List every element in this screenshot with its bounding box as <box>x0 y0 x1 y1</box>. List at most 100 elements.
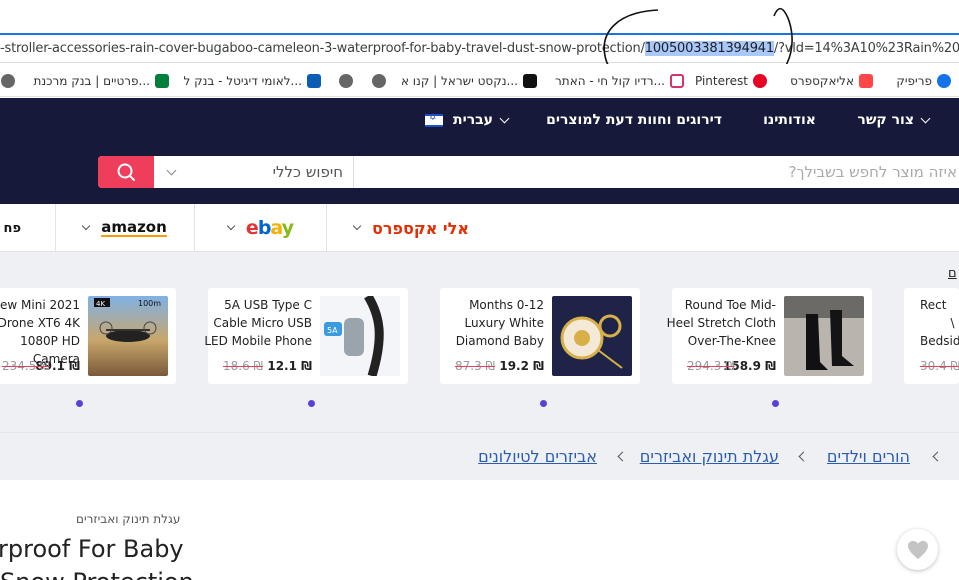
url-text[interactable]: -stroller-accessories-rain-cover-bugaboo… <box>0 41 959 56</box>
bookmark-leumi[interactable]: לאומי דיגיטל - בנק ל... <box>183 72 321 90</box>
product-old-price: 30.4 ₪ <box>920 359 959 373</box>
mercantile-icon <box>155 74 169 88</box>
chevron-down-icon <box>226 221 236 231</box>
carousel-dot[interactable] <box>308 400 315 407</box>
product-old-price: 294.3 ₪ <box>687 359 735 373</box>
bookmark-label: Pinterest <box>694 74 748 88</box>
radio-icon <box>670 74 684 88</box>
deals-carousel: ם 4K 100m New Mini 2021 Drone XT6 4K 1080… <box>0 252 959 432</box>
heart-icon <box>907 540 928 559</box>
product-title-line2: Snow Protection <box>0 566 194 580</box>
drone-image: 4K 100m <box>94 298 161 342</box>
product-price: 19.2 ₪ <box>499 359 544 373</box>
svg-text:4K: 4K <box>96 300 105 308</box>
bookmark-label: רדיו קול חי - האתר... <box>555 74 665 88</box>
product-card[interactable]: Rect \ Bedsid 30.4 ₪ <box>904 288 959 384</box>
bookmarks-bar: פריפיק אליאקספרס Pinterest רדיו קול חי -… <box>0 64 959 97</box>
aliexpress-logo: אלי אקספרס <box>372 218 469 238</box>
search-button[interactable] <box>98 156 154 188</box>
carousel-partial-link[interactable]: ם <box>948 266 957 281</box>
chevron-left-icon <box>798 451 809 462</box>
bookmark-label: אליאקספרס <box>790 74 854 88</box>
tab-aliexpress[interactable]: אלי אקספרס <box>326 204 496 252</box>
chevron-down-icon <box>166 165 177 175</box>
url-after: /?vld=14%3A10%23Rain%20co <box>773 41 959 56</box>
bookmark-radio-kol-chai[interactable]: רדיו קול חי - האתר... <box>555 72 684 90</box>
globe-icon <box>372 74 386 88</box>
product-card[interactable]: 5A 5A USB Type C Cable Micro USB LED Mob… <box>204 288 408 384</box>
product-title: 5A USB Type C Cable Micro USB LED Mobile… <box>204 298 312 348</box>
bookmark-mercantile[interactable]: פרטיים | בנק מרכנת... <box>33 72 169 90</box>
nav-reviews[interactable]: דירוגים וחוות דעת למוצרים <box>546 112 722 128</box>
nav-contact[interactable]: צור קשר <box>857 112 937 128</box>
bookmark-freepik[interactable]: פריפיק <box>896 72 951 90</box>
tab-ebay[interactable]: ebay <box>194 204 326 252</box>
chevron-down-icon <box>920 113 931 123</box>
search-bar: חיפוש כללי <box>98 156 959 188</box>
product-title: New Mini 2021 Drone XT6 4K 1080P HD Came… <box>0 298 80 366</box>
aliexpress-icon <box>859 74 873 88</box>
bookmark-globe-1[interactable] <box>367 72 386 90</box>
nav-reviews-label: דירוגים וחוות דעת למוצרים <box>546 112 722 128</box>
israel-flag-icon <box>425 113 444 127</box>
product-title: Round Toe Mid-Heel Stretch Cloth Over-Th… <box>666 298 776 348</box>
nav-language[interactable]: עברית <box>425 112 516 128</box>
bookmark-globe-3[interactable] <box>0 72 15 90</box>
tab-partial-label: פח <box>3 220 21 236</box>
carousel-dot[interactable] <box>772 400 779 407</box>
breadcrumb: הורים וילדים עגלת תינוק ואביזרים אביזרים… <box>0 432 959 480</box>
product-thumbnail: 5A <box>320 296 400 376</box>
product-title: Rect \ Bedsid <box>920 298 959 348</box>
leumi-icon <box>307 74 321 88</box>
search-input[interactable] <box>355 156 959 188</box>
pinterest-icon <box>753 74 767 88</box>
carousel-dot[interactable] <box>540 400 547 407</box>
bookmark-label: נקסט ישראל | קנו א... <box>400 74 518 88</box>
pacifier-image <box>560 314 623 369</box>
product-category[interactable]: עגלת תינוק ואביזרים <box>76 512 180 526</box>
search-scope-select[interactable]: חיפוש כללי <box>154 156 354 188</box>
tab-more-partial[interactable]: פח <box>0 204 55 252</box>
freepik-icon <box>937 74 951 88</box>
globe-icon <box>1 74 15 88</box>
bookmark-label: פרטיים | בנק מרכנת... <box>33 74 150 88</box>
breadcrumb-stroller-accessories[interactable]: אביזרים לטיולונים <box>478 447 597 466</box>
product-old-price: 87.3 ₪ <box>455 359 495 373</box>
chevron-left-icon <box>617 451 628 462</box>
product-card[interactable]: 4K 100m New Mini 2021 Drone XT6 4K 1080P … <box>0 288 176 384</box>
product-thumbnail: 4K 100m <box>88 296 168 376</box>
address-bar[interactable]: -stroller-accessories-rain-cover-bugaboo… <box>0 33 959 63</box>
bookmark-label: לאומי דיגיטל - בנק ל... <box>183 74 302 88</box>
product-card[interactable]: Round Toe Mid-Heel Stretch Cloth Over-Th… <box>667 288 872 384</box>
nav-about[interactable]: אודותינו <box>763 112 816 128</box>
product-card[interactable]: Months 0-12 Luxury White Diamond Baby 19… <box>440 288 640 384</box>
browser-window: -stroller-accessories-rain-cover-bugaboo… <box>0 0 959 580</box>
usb-cable-image: 5A <box>324 296 384 376</box>
chevron-down-icon <box>352 221 362 231</box>
search-scope-label: חיפוש כללי <box>272 163 343 181</box>
svg-text:100m: 100m <box>138 299 161 308</box>
breadcrumb-parents-kids[interactable]: הורים וילדים <box>827 447 910 466</box>
bookmark-aliexpress[interactable]: אליאקספרס <box>790 72 873 90</box>
bookmark-pinterest[interactable]: Pinterest <box>695 72 767 90</box>
product-thumbnail <box>784 296 864 376</box>
bookmark-globe-2[interactable] <box>334 72 353 90</box>
bookmark-next-israel[interactable]: נקסט ישראל | קנו א... <box>401 72 537 90</box>
carousel-dot[interactable] <box>76 400 83 407</box>
search-icon <box>117 163 135 181</box>
tab-amazon[interactable]: amazon <box>55 204 194 252</box>
boots-image <box>784 296 864 370</box>
chevron-down-icon <box>499 113 510 123</box>
chevron-down-icon <box>81 221 91 231</box>
url-before: -stroller-accessories-rain-cover-bugaboo… <box>0 41 645 56</box>
store-tabs: אלי אקספרס ebay amazon פח <box>0 204 959 252</box>
nav-language-label: עברית <box>453 112 493 128</box>
bookmark-label: פריפיק <box>896 74 932 88</box>
favorite-button[interactable] <box>897 529 938 570</box>
product-thumbnail <box>552 296 632 376</box>
product-old-price: 234.5 ₪ <box>2 359 50 373</box>
next-icon <box>523 74 537 88</box>
breadcrumb-stroller[interactable]: עגלת תינוק ואביזרים <box>640 447 779 466</box>
amazon-logo: amazon <box>101 218 167 237</box>
nav-contact-label: צור קשר <box>857 112 914 128</box>
